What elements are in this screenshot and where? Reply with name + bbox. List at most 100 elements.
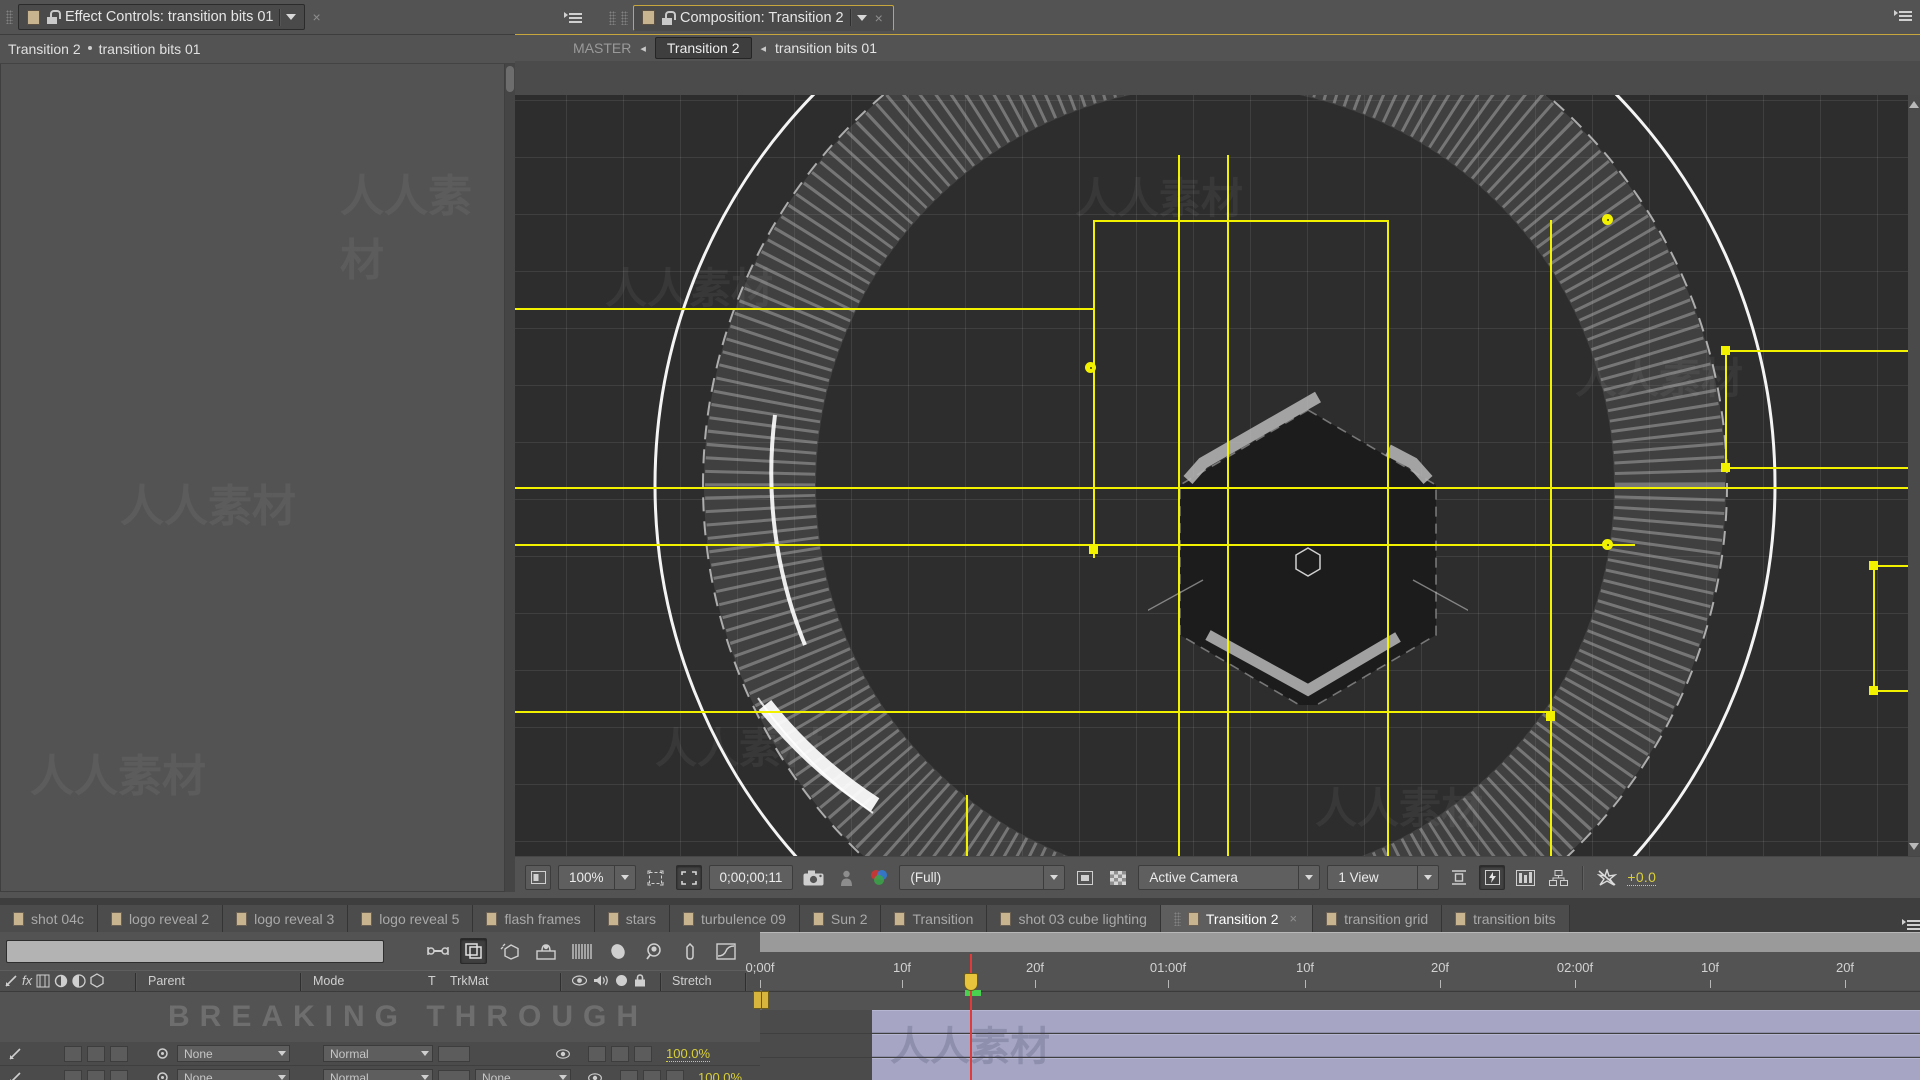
scroll-up-icon[interactable]	[1909, 97, 1919, 108]
mask-anchor-handle[interactable]	[1602, 539, 1613, 550]
chevron-down-icon[interactable]	[856, 14, 867, 21]
show-channel-icon[interactable]	[866, 865, 892, 890]
comp-flowchart-icon[interactable]	[1545, 865, 1571, 890]
show-snapshot-icon[interactable]	[833, 865, 859, 890]
mask-vertex-handle[interactable]	[1721, 463, 1730, 472]
lock-icon[interactable]	[46, 10, 61, 24]
time-ruler[interactable]: 0;00f10f20f01:00f10f20f02:00f10f20f03:0	[746, 954, 1920, 990]
track-row[interactable]	[760, 1010, 1920, 1034]
panel-gripper[interactable]	[6, 10, 13, 24]
mask-vertex-handle[interactable]	[1869, 561, 1878, 570]
comp-tab-turbulence-09[interactable]: turbulence 09	[670, 905, 800, 932]
parent-select[interactable]: None	[177, 1069, 290, 1080]
brainstorm-icon[interactable]	[532, 938, 559, 964]
work-area-duration-bar[interactable]	[753, 990, 769, 1010]
graph-curve-icon[interactable]	[712, 938, 739, 964]
frame-blending-icon[interactable]	[460, 938, 487, 964]
timeline-tracks[interactable]	[760, 1010, 1920, 1080]
chevron-down-icon[interactable]	[1417, 866, 1438, 889]
mask-anchor-handle[interactable]	[1085, 362, 1096, 373]
effect-controls-panel-menu-icon[interactable]	[564, 11, 582, 25]
trkmat-select[interactable]: None	[475, 1069, 571, 1080]
scroll-down-icon[interactable]	[1909, 843, 1919, 854]
comp-tab-logo-reveal-5[interactable]: logo reveal 5	[348, 905, 474, 932]
panel-gripper[interactable]	[609, 10, 616, 25]
track-row[interactable]	[760, 1058, 1920, 1080]
timeline-icon[interactable]	[1512, 865, 1538, 890]
breadcrumb-comp-chip[interactable]: Transition 2	[654, 37, 752, 59]
column-header-t[interactable]: T	[428, 974, 436, 988]
comp-tab-transition-grid[interactable]: transition grid	[1313, 905, 1443, 932]
current-time-display[interactable]: 0;00;00;11	[708, 865, 794, 890]
comp-tab-sun-2[interactable]: Sun 2	[799, 905, 882, 932]
work-area-bar[interactable]	[760, 932, 1920, 952]
tab-composition[interactable]: Composition: Transition 2 ×	[633, 4, 894, 31]
close-icon[interactable]: ×	[310, 10, 322, 24]
reset-exposure-icon[interactable]	[1594, 865, 1620, 890]
camera-select[interactable]: Active Camera	[1138, 865, 1321, 890]
zoom-level-select[interactable]: 100%	[558, 865, 636, 890]
breadcrumb-layer[interactable]: transition bits 01	[775, 40, 877, 56]
mode-select[interactable]: Normal	[323, 1069, 433, 1080]
column-header-parent[interactable]: Parent	[148, 974, 185, 988]
mask-vertex-handle[interactable]	[1546, 712, 1555, 721]
viewer-vertical-scrollbar[interactable]	[1908, 95, 1920, 856]
mode-select[interactable]: Normal	[323, 1045, 433, 1062]
stretch-value[interactable]: 100.0%	[698, 1070, 742, 1080]
column-header-mode[interactable]: Mode	[313, 974, 344, 988]
mask-vertex-handle[interactable]	[1869, 686, 1878, 695]
exposure-value[interactable]: +0.0	[1627, 869, 1657, 886]
search-input[interactable]	[6, 939, 384, 963]
motion-blur-icon[interactable]	[496, 938, 523, 964]
graph-editor-icon[interactable]	[568, 938, 595, 964]
composition-panel-menu-icon[interactable]	[1894, 9, 1912, 23]
comp-tab-stars[interactable]: stars	[594, 905, 671, 932]
comp-tab-logo-reveal-3[interactable]: logo reveal 3	[223, 905, 349, 932]
breadcrumb-layer-name[interactable]: transition bits 01	[99, 41, 201, 57]
shy-layers-icon[interactable]	[424, 938, 451, 964]
work-area-end-handle[interactable]	[753, 991, 762, 1009]
comp-tab-transition[interactable]: Transition	[881, 905, 988, 932]
comp-tab-logo-reveal-2[interactable]: logo reveal 2	[97, 905, 224, 932]
views-select[interactable]: 1 View	[1327, 865, 1440, 890]
tab-effect-controls[interactable]: Effect Controls: transition bits 01	[18, 4, 306, 30]
chevron-down-icon[interactable]	[1043, 866, 1064, 889]
toggle-mask-visibility-icon[interactable]	[1072, 865, 1098, 890]
breadcrumb-comp-name[interactable]: Transition 2	[8, 41, 81, 57]
mask-anchor-handle[interactable]	[1602, 214, 1613, 225]
mask-vertex-handle[interactable]	[1089, 545, 1098, 554]
playhead-handle[interactable]	[964, 973, 978, 991]
chevron-down-icon[interactable]	[286, 14, 297, 20]
column-header-stretch[interactable]: Stretch	[672, 974, 712, 988]
parent-select[interactable]: None	[177, 1045, 290, 1062]
chevron-down-icon[interactable]	[613, 866, 635, 889]
lock-icon[interactable]	[661, 10, 676, 25]
always-preview-this-view-icon[interactable]	[525, 865, 551, 890]
composition-viewer[interactable]: 人人素材 人人素材 人人素材 人人素材 人人素材	[515, 95, 1908, 856]
fast-previews-icon[interactable]	[1479, 865, 1506, 890]
playhead[interactable]	[964, 954, 978, 1080]
comp-tab-shot-03-cube-lighting[interactable]: shot 03 cube lighting	[987, 905, 1161, 932]
comp-tab-flash-frames[interactable]: flash frames	[473, 905, 595, 932]
resolution-select[interactable]: (Full)	[899, 865, 1066, 890]
scrollbar-thumb[interactable]	[506, 66, 514, 92]
timeline-panel-menu-icon[interactable]	[1902, 918, 1920, 932]
collapse-transformations-icon[interactable]	[676, 938, 703, 964]
effect-controls-list[interactable]	[0, 64, 505, 892]
comp-tab-transition-2[interactable]: Transition 2 ×	[1160, 905, 1314, 932]
breadcrumb-master[interactable]: MASTER	[573, 40, 631, 56]
region-of-interest-icon[interactable]	[675, 865, 702, 890]
comp-tab-transition-bits[interactable]: transition bits	[1442, 905, 1570, 932]
auto-keyframe-icon[interactable]	[604, 938, 631, 964]
tab-gripper[interactable]	[1173, 911, 1181, 926]
panel-gripper[interactable]	[621, 10, 628, 25]
close-icon[interactable]: ×	[1288, 912, 1300, 925]
chevron-down-icon[interactable]	[1298, 866, 1319, 889]
column-header-trkmat[interactable]: TrkMat	[450, 974, 488, 988]
choose-grid-guide-icon[interactable]	[643, 865, 669, 890]
take-snapshot-icon[interactable]	[800, 865, 826, 890]
stretch-value[interactable]: 100.0%	[666, 1046, 711, 1062]
effect-controls-scrollbar[interactable]	[505, 64, 515, 892]
draft-3d-icon[interactable]	[640, 938, 667, 964]
close-icon[interactable]: ×	[873, 11, 885, 25]
